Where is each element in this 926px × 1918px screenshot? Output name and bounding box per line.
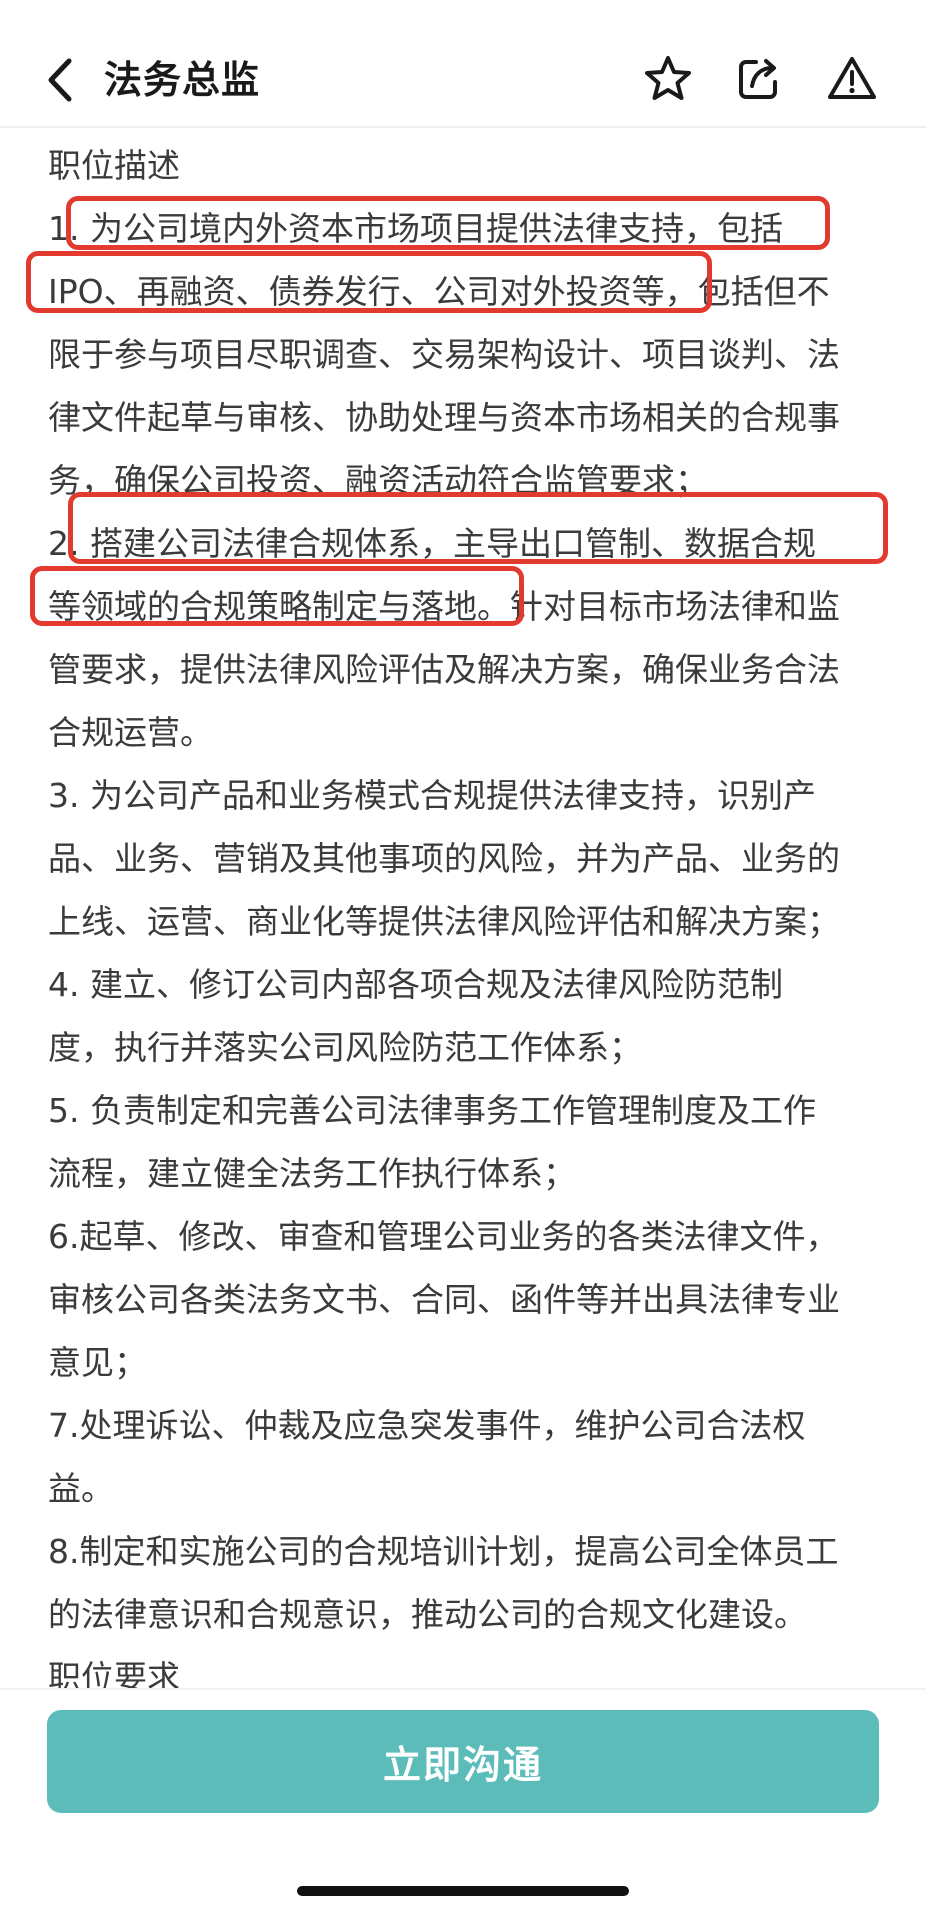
description-line: 等领域的合规策略制定与落地。针对目标市场法律和监 [48,587,840,626]
description-line: 4. 建立、修订公司内部各项合规及法律风险防范制 [48,965,783,1004]
description-line: 3. 为公司产品和业务模式合规提供法律支持，识别产 [48,776,816,815]
description-line: 限于参与项目尽职调查、交易架构设计、项目谈判、法 [48,335,840,374]
description-line: 7.处理诉讼、仲裁及应急突发事件，维护公司合法权 [48,1406,806,1445]
description-line: 5. 负责制定和完善公司法律事务工作管理制度及工作 [48,1091,816,1130]
star-icon [645,56,691,100]
description-line: 上线、运营、商业化等提供法律风险评估和解决方案； [48,902,840,941]
description-line: 1. 为公司境内外资本市场项目提供法律支持，包括 [48,209,783,248]
description-line: 务，确保公司投资、融资活动符合监管要求； [48,461,708,500]
share-button[interactable] [730,50,788,108]
favorite-button[interactable] [639,50,697,108]
description-line: 审核公司各类法务文书、合同、函件等并出具法律专业 [48,1280,840,1319]
back-button[interactable] [38,50,82,110]
share-icon [739,59,777,99]
description-line: 6.起草、修改、审查和管理公司业务的各类法律文件， [48,1217,839,1256]
description-line: 流程，建立健全法务工作执行体系； [48,1154,576,1193]
top-bar: 法务总监 [0,0,926,128]
contact-now-button[interactable]: 立即沟通 [47,1710,879,1813]
job-detail-screen: 法务总监 职位描述 1. 为公司境内外资本市场项目提供法律支持，包括 IPO、再… [0,0,926,1918]
description-line: 益。 [48,1469,114,1508]
home-indicator [297,1886,629,1896]
description-line: 8.制定和实施公司的合规培训计划，提高公司全体员工 [48,1532,839,1571]
job-description: 职位描述 1. 为公司境内外资本市场项目提供法律支持，包括 IPO、再融资、债券… [48,128,884,1688]
description-line: 意见； [48,1343,147,1382]
description-line: 品、业务、营销及其他事项的风险，并为产品、业务的 [48,839,840,878]
description-line: 合规运营。 [48,713,213,752]
description-line: 2. 搭建公司法律合规体系，主导出口管制、数据合规 [48,524,816,563]
section-heading: 职位描述 [48,146,180,185]
description-line: 律文件起草与审核、协助处理与资本市场相关的合规事 [48,398,840,437]
description-line: 度，执行并落实公司风险防范工作体系； [48,1028,642,1067]
section-heading: 职位要求 [48,1658,180,1688]
divider [0,1688,926,1690]
page-title: 法务总监 [104,58,261,102]
report-button[interactable] [823,50,881,108]
alert-icon [828,57,876,99]
description-line: IPO、再融资、债券发行、公司对外投资等，包括但不 [48,272,830,311]
back-arrow-icon [48,58,72,102]
description-line: 管要求，提供法律风险评估及解决方案，确保业务合法 [48,650,840,689]
description-line: 的法律意识和合规意识，推动公司的合规文化建设。 [48,1595,807,1634]
